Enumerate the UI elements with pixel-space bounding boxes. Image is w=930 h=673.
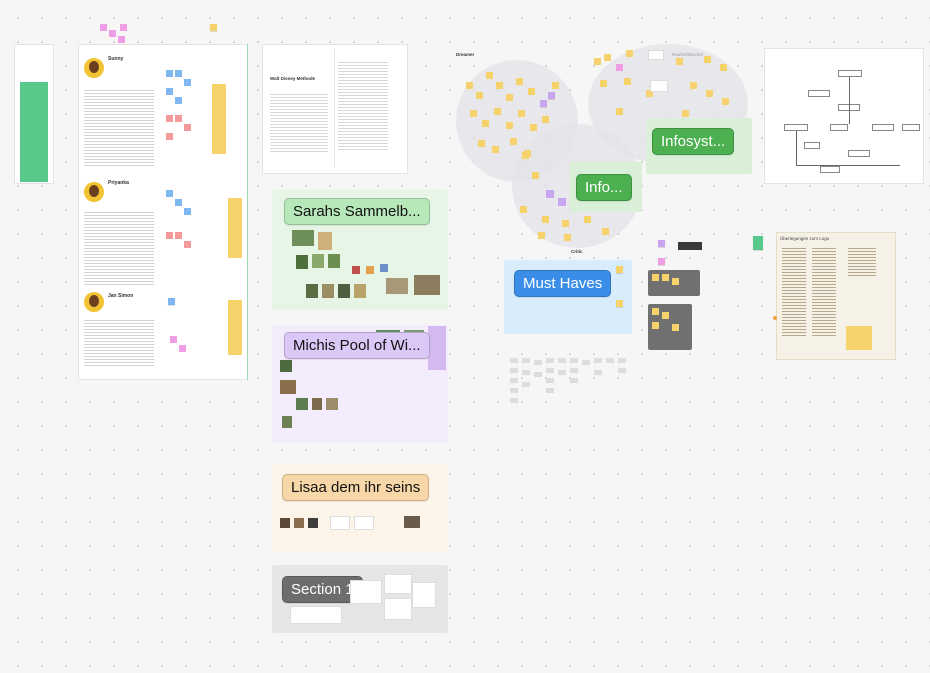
moodboard-image bbox=[280, 380, 296, 394]
moodboard-image bbox=[380, 264, 388, 272]
persona-sticky-cluster bbox=[166, 190, 196, 230]
persona-sticky-cluster bbox=[166, 70, 196, 120]
notes-frame-sticky-column bbox=[20, 82, 48, 182]
persona-sticky-cluster bbox=[170, 336, 190, 354]
moodboard-image bbox=[294, 518, 304, 528]
flow-node bbox=[820, 166, 840, 173]
persona-sticky-cluster bbox=[166, 232, 196, 252]
sticky-note bbox=[210, 24, 217, 31]
flow-node bbox=[804, 142, 820, 149]
walt-disney-doc-title: Walt Disney Methode bbox=[270, 76, 316, 81]
michis-purple-panel bbox=[428, 326, 446, 370]
persona-name-jan-simon: Jan Simon bbox=[108, 293, 134, 299]
sticky-note bbox=[658, 258, 665, 265]
persona-text-block bbox=[84, 88, 154, 168]
logo-card-title: Überlegungen zum Logo bbox=[780, 236, 830, 241]
sticky-note bbox=[616, 300, 623, 307]
flow-node bbox=[848, 150, 870, 157]
flow-connector bbox=[796, 131, 797, 165]
label-dreamer: Dreamer bbox=[456, 52, 475, 57]
sticky-note bbox=[548, 92, 555, 99]
moodboard-image bbox=[282, 416, 292, 428]
reference-card bbox=[350, 580, 382, 604]
notes-table bbox=[510, 350, 630, 420]
moodboard-image bbox=[306, 284, 318, 298]
persona-avatar-jan-simon bbox=[84, 292, 104, 312]
moodboard-image bbox=[386, 278, 408, 294]
moodboard-image bbox=[414, 275, 440, 295]
persona-sticky-column bbox=[228, 300, 242, 355]
section-label-sarahs[interactable]: Sarahs Sammelb... bbox=[284, 198, 430, 225]
moodboard-image bbox=[354, 284, 366, 298]
moodboard-image bbox=[312, 254, 324, 268]
moodboard-image bbox=[328, 254, 340, 268]
persona-sticky-column bbox=[228, 198, 242, 258]
moodboard-image bbox=[296, 398, 308, 410]
moodboard-image bbox=[296, 255, 308, 269]
logo-card-text bbox=[782, 246, 806, 336]
section-label-lisaa[interactable]: Lisaa dem ihr seins bbox=[282, 474, 430, 501]
reference-card bbox=[384, 598, 412, 620]
moodboard-image bbox=[312, 398, 322, 410]
section-label-info[interactable]: Info... bbox=[576, 174, 632, 201]
flow-node bbox=[808, 90, 830, 97]
sticky-note bbox=[616, 266, 623, 273]
moodboard-image bbox=[322, 284, 334, 298]
walt-disney-doc-divider bbox=[334, 48, 335, 168]
section-label-infosyst[interactable]: Infosyst... bbox=[652, 128, 735, 155]
reference-card bbox=[290, 606, 342, 624]
flow-connector bbox=[849, 77, 850, 124]
moodboard-image bbox=[280, 360, 292, 372]
flow-node bbox=[784, 124, 808, 131]
sticky-note bbox=[658, 240, 665, 247]
moodboard-image bbox=[326, 398, 338, 410]
logo-card-text bbox=[848, 246, 876, 276]
persona-avatar-sunny bbox=[84, 58, 104, 78]
flow-node bbox=[838, 70, 862, 77]
gray-board-stickies bbox=[652, 308, 688, 344]
logo-card-sticky bbox=[846, 326, 872, 350]
persona-board-divider bbox=[247, 44, 248, 380]
flow-node bbox=[830, 124, 848, 131]
flow-node bbox=[872, 124, 894, 131]
persona-sticky-cluster bbox=[166, 115, 196, 145]
reference-card bbox=[330, 516, 350, 530]
sticky-note bbox=[753, 236, 763, 250]
reference-card bbox=[648, 50, 664, 60]
flow-connector bbox=[796, 165, 900, 166]
reference-card bbox=[384, 574, 412, 594]
moodboard-image bbox=[308, 518, 318, 528]
gray-board-stickies bbox=[652, 274, 692, 290]
label-critic: Critic bbox=[571, 249, 583, 254]
doc-text-block bbox=[270, 92, 328, 152]
moodboard-image bbox=[366, 266, 374, 274]
sticky-note bbox=[168, 298, 175, 305]
doc-text-block bbox=[338, 60, 388, 150]
sticky-note bbox=[540, 100, 547, 107]
orange-cursor-dot bbox=[773, 316, 777, 320]
section-label-michis[interactable]: Michis Pool of Wi... bbox=[284, 332, 430, 359]
top-sticky-cluster bbox=[100, 24, 130, 46]
media-card bbox=[678, 242, 702, 250]
moodboard-image bbox=[338, 284, 350, 298]
reference-card bbox=[650, 80, 668, 92]
persona-avatar-priyanka bbox=[84, 182, 104, 202]
persona-text-block bbox=[84, 318, 154, 366]
logo-card-text bbox=[812, 246, 836, 336]
persona-sticky-column bbox=[212, 84, 226, 154]
moodboard-image bbox=[352, 266, 360, 274]
moodboard-image bbox=[404, 516, 420, 528]
moodboard-image bbox=[292, 230, 314, 246]
moodboard-image bbox=[280, 518, 290, 528]
flow-node bbox=[902, 124, 920, 131]
persona-name-sunny: Sunny bbox=[108, 56, 124, 62]
persona-name-priyanka: Priyanka bbox=[108, 180, 129, 186]
reference-card bbox=[354, 516, 374, 530]
reference-card bbox=[412, 582, 436, 608]
flowchart-frame[interactable] bbox=[764, 48, 924, 184]
persona-text-block bbox=[84, 210, 154, 285]
moodboard-image bbox=[318, 232, 332, 250]
section-label-must-haves[interactable]: Must Haves bbox=[514, 270, 612, 297]
